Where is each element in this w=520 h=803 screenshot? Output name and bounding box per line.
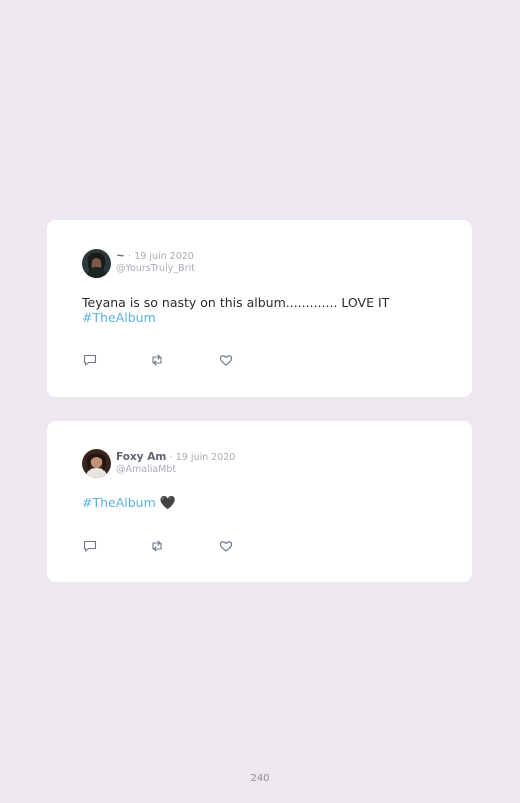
display-name[interactable]: ~ (116, 250, 125, 262)
avatar[interactable] (82, 249, 111, 278)
retweet-icon[interactable] (149, 538, 165, 554)
display-name[interactable]: Foxy Am (116, 451, 166, 463)
tweet-card: Foxy Am · 19 juin 2020 @AmaliaMbt #TheAl… (47, 421, 472, 582)
user-handle[interactable]: @YoursTruly_Brit (116, 263, 195, 275)
user-handle[interactable]: @AmaliaMbt (116, 464, 235, 476)
avatar[interactable] (82, 449, 111, 478)
tweet-date[interactable]: 19 juin 2020 (134, 251, 194, 262)
tweet-date[interactable]: 19 juin 2020 (176, 452, 236, 463)
meta-separator: · (169, 452, 173, 463)
black-heart-emoji: 🖤 (159, 496, 176, 511)
reply-icon[interactable] (82, 352, 98, 368)
tweet-card: ~ · 19 juin 2020 @YoursTruly_Brit Teyana… (47, 220, 472, 397)
hashtag-link[interactable]: #TheAlbum (82, 495, 156, 510)
retweet-icon[interactable] (149, 352, 165, 368)
tweet-body: Teyana is so nasty on this album........… (82, 295, 390, 310)
page-number: 240 (250, 773, 270, 784)
tweet-meta: ~ · 19 juin 2020 @YoursTruly_Brit (116, 250, 195, 275)
hashtag-link[interactable]: #TheAlbum (82, 310, 156, 325)
meta-separator: · (128, 251, 132, 262)
tweet-text: #TheAlbum 🖤 (82, 495, 176, 511)
heart-icon[interactable] (218, 352, 234, 368)
heart-icon[interactable] (218, 538, 234, 554)
tweet-text: Teyana is so nasty on this album........… (82, 295, 442, 325)
reply-icon[interactable] (82, 538, 98, 554)
tweet-meta: Foxy Am · 19 juin 2020 @AmaliaMbt (116, 451, 235, 476)
